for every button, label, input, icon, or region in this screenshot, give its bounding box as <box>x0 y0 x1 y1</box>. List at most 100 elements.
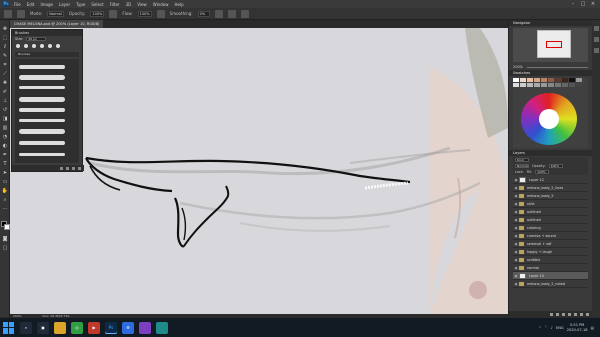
new-brush-group-icon[interactable] <box>66 166 69 170</box>
layer-group-row[interactable]: ◉ outlined <box>513 208 588 216</box>
gradient-tool-icon[interactable]: ▥ <box>1 125 9 132</box>
brush-group-header[interactable]: Brushes <box>15 52 79 57</box>
swatch[interactable] <box>548 78 554 82</box>
add-mask-icon[interactable] <box>562 312 565 316</box>
quick-select-tool-icon[interactable]: ✎ <box>1 53 9 60</box>
layer-group-row[interactable]: ◉ coloring <box>513 224 588 232</box>
link-layers-icon[interactable] <box>550 312 553 316</box>
more-tools-icon[interactable]: ⋯ <box>1 206 9 213</box>
brush-preset-tip[interactable] <box>32 44 36 48</box>
marquee-tool-icon[interactable]: ⬚ <box>1 35 9 42</box>
path-select-tool-icon[interactable]: ➤ <box>1 170 9 177</box>
adjustments-panel-icon[interactable] <box>593 48 599 53</box>
crop-tool-icon[interactable]: ⌗ <box>1 62 9 69</box>
layer-group-row[interactable]: ◉ scribble <box>513 256 588 264</box>
brush-stroke-preview[interactable] <box>19 97 65 102</box>
brush-preset-tip[interactable] <box>24 44 28 48</box>
tray-chevron-icon[interactable]: ^ <box>538 326 541 330</box>
blur-tool-icon[interactable]: ◔ <box>1 134 9 141</box>
chrome-icon[interactable]: ◎ <box>71 321 83 334</box>
navigator-zoom-slider[interactable] <box>527 66 588 68</box>
menu-view[interactable]: View <box>137 2 147 7</box>
layer-group-row[interactable]: ◉ happy + laugh <box>513 248 588 256</box>
swatch[interactable] <box>534 83 540 87</box>
shape-tool-icon[interactable]: ▭ <box>1 179 9 186</box>
layer-group-row[interactable]: ◉ melona_body_2_lines <box>513 184 588 192</box>
healing-brush-tool-icon[interactable]: ✚ <box>1 80 9 87</box>
flow-input[interactable]: 100% <box>137 10 152 17</box>
menu-edit[interactable]: Edit <box>27 2 35 7</box>
layer-row-active[interactable]: ◉ Layer 10 <box>513 272 588 280</box>
layers-panel-title[interactable]: Layers <box>509 150 592 156</box>
minimize-button[interactable]: – <box>568 1 578 7</box>
eyedropper-tool-icon[interactable]: ⟋ <box>1 71 9 78</box>
smoothing-input[interactable]: 0% <box>197 10 210 17</box>
properties-panel-icon[interactable] <box>593 37 599 42</box>
swatch[interactable] <box>555 78 561 82</box>
brush-stroke-preview[interactable] <box>19 75 65 80</box>
navigator-panel-title[interactable]: Navigator <box>509 20 592 26</box>
swatch[interactable] <box>569 83 575 87</box>
swatch[interactable] <box>520 83 526 87</box>
windows-start-icon[interactable] <box>3 321 15 334</box>
layer-group-row[interactable]: ◉ cumeva + sound <box>513 232 588 240</box>
new-layer-icon[interactable] <box>580 312 583 316</box>
symmetry-icon[interactable] <box>240 9 249 18</box>
swatch[interactable] <box>576 83 582 87</box>
layer-style-icon[interactable] <box>556 312 559 316</box>
history-brush-tool-icon[interactable]: ↺ <box>1 107 9 114</box>
network-icon[interactable]: ⌔ <box>544 325 547 330</box>
lasso-tool-icon[interactable]: ℓ <box>1 44 9 51</box>
layer-group-row[interactable]: ◉ shirt <box>513 200 588 208</box>
quick-mask-icon[interactable]: ◙ <box>1 236 9 243</box>
swatch[interactable] <box>520 78 526 82</box>
app-icon[interactable] <box>139 321 151 334</box>
folder-icon[interactable] <box>54 321 66 334</box>
delete-brush-icon[interactable] <box>78 166 81 170</box>
swatch[interactable] <box>527 83 533 87</box>
swatches-panel-title[interactable]: Swatches <box>509 70 592 76</box>
mode-select[interactable]: Normal <box>47 10 64 17</box>
adjustment-layer-icon[interactable] <box>568 312 571 316</box>
layer-group-row[interactable]: ◉ outlined <box>513 216 588 224</box>
media-icon[interactable]: ▶ <box>88 321 100 334</box>
swatch[interactable] <box>527 78 533 82</box>
pressure-opacity-icon[interactable] <box>109 9 118 18</box>
menu-window[interactable]: Window <box>153 2 169 7</box>
menu-select[interactable]: Select <box>91 2 103 7</box>
menu-3d[interactable]: 3D <box>126 2 132 7</box>
volume-icon[interactable]: ♪ <box>551 326 553 330</box>
layer-group-row[interactable]: ◉ normal <box>513 264 588 272</box>
brush-stroke-preview[interactable] <box>19 108 65 112</box>
clock[interactable]: 5:51 PM 2020-07-18 <box>567 323 588 332</box>
dodge-tool-icon[interactable]: ◐ <box>1 143 9 150</box>
close-button[interactable]: × <box>588 1 598 7</box>
new-group-icon[interactable] <box>574 312 577 316</box>
zoom-tool-icon[interactable]: ⌕ <box>1 197 9 204</box>
navigator-view-box[interactable] <box>546 41 562 48</box>
brush-stroke-preview[interactable] <box>19 86 65 89</box>
brush-stroke-preview[interactable] <box>19 129 65 134</box>
document-tab[interactable]: CHASE MELONA.psd @ 200% (Layer 10, RGB/8… <box>10 20 104 28</box>
layer-group-row[interactable]: ◉ melona_body_2_noted <box>513 280 588 288</box>
layer-opacity-input[interactable]: 100% <box>548 164 563 168</box>
hand-tool-icon[interactable]: ✋ <box>1 188 9 195</box>
move-tool-icon[interactable]: ✥ <box>1 26 9 33</box>
swatch[interactable] <box>513 83 519 87</box>
menu-layer[interactable]: Layer <box>59 2 70 7</box>
pen-tool-icon[interactable]: ✒ <box>1 152 9 159</box>
swatch[interactable] <box>541 83 547 87</box>
photoshop-icon[interactable]: Ps <box>105 321 117 334</box>
swatch[interactable] <box>513 78 519 82</box>
canvas[interactable] <box>10 28 508 314</box>
brush-preset-tip[interactable] <box>16 44 20 48</box>
swatch[interactable] <box>562 83 568 87</box>
airbrush-icon[interactable] <box>156 9 165 18</box>
swatch[interactable] <box>569 78 575 82</box>
language-indicator[interactable]: ENG <box>556 326 564 330</box>
swatch[interactable] <box>541 78 547 82</box>
type-tool-icon[interactable]: T <box>1 161 9 168</box>
maximize-button[interactable]: □ <box>578 1 588 7</box>
brush-stroke-preview[interactable] <box>19 153 65 156</box>
brush-preset-tip[interactable] <box>48 44 52 48</box>
